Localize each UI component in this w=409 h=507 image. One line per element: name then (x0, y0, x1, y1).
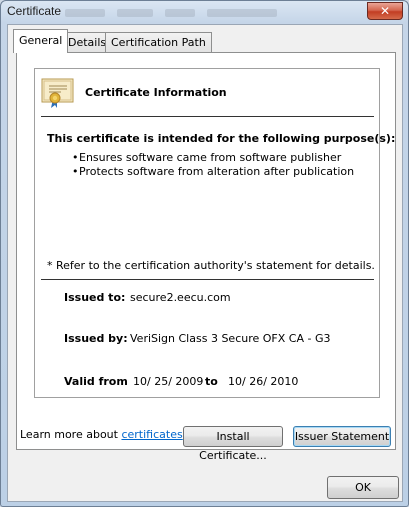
tab-details-label: Details (68, 36, 107, 49)
valid-to-value: 10/ 26/ 2010 (228, 375, 299, 388)
valid-to-label: to (205, 375, 218, 388)
issuer-statement-label: Issuer Statement (294, 430, 390, 443)
issued-by-label: Issued by: (64, 332, 128, 345)
blurred-tab (165, 9, 195, 17)
certificate-icon (41, 78, 74, 108)
title-bar[interactable]: Certificate ✕ (1, 1, 408, 23)
install-certificate-button[interactable]: Install Certificate... (183, 426, 283, 462)
issued-to-value: secure2.eecu.com (130, 291, 231, 304)
purpose-text: Ensures software came from software publ… (79, 151, 342, 164)
close-button[interactable]: ✕ (367, 2, 403, 20)
certificate-dialog: Certificate ✕ General Details Certificat… (0, 0, 409, 507)
certificates-link[interactable]: certificates (121, 428, 182, 441)
tab-general[interactable]: General (13, 29, 69, 53)
details-divider (41, 279, 374, 280)
issued-by-value: VeriSign Class 3 Secure OFX CA - G3 (130, 332, 331, 345)
ok-button[interactable]: OK (327, 476, 399, 499)
purpose-list: •Ensures software came from software pub… (72, 151, 354, 179)
tab-certification-path[interactable]: Certification Path (105, 32, 212, 52)
bullet-icon: • (72, 151, 79, 164)
heading-divider (41, 116, 374, 117)
list-item: •Protects software from alteration after… (72, 165, 354, 179)
bullet-icon: • (72, 165, 79, 178)
general-tab-page: Certificate Information This certificate… (16, 52, 396, 462)
certificate-info-panel: Certificate Information This certificate… (34, 68, 395, 398)
issuer-statement-button[interactable]: Issuer Statement (293, 426, 391, 447)
window-title: Certificate (7, 4, 62, 18)
tab-general-label: General (19, 34, 63, 47)
valid-from-label: Valid from (64, 375, 128, 388)
blurred-tab (65, 9, 105, 17)
certificate-info-heading: Certificate Information (85, 86, 227, 99)
valid-from-value: 10/ 25/ 2009 (133, 375, 204, 388)
issued-to-label: Issued to: (64, 291, 126, 304)
learn-more: Learn more about certificates (20, 428, 183, 441)
install-certificate-label: Install Certificate... (199, 430, 267, 462)
list-item: •Ensures software came from software pub… (72, 151, 354, 165)
dialog-client-area: General Details Certification Path Certi… (7, 24, 403, 502)
blurred-background-tabs (65, 5, 295, 19)
refer-note: * Refer to the certification authority's… (47, 259, 375, 272)
blurred-tab (207, 9, 277, 17)
blurred-tab (117, 9, 153, 17)
learn-more-text: Learn more about (20, 428, 118, 441)
purpose-heading: This certificate is intended for the fol… (47, 132, 396, 145)
close-icon: ✕ (379, 4, 391, 18)
purpose-text: Protects software from alteration after … (79, 165, 355, 178)
tab-certification-path-label: Certification Path (111, 36, 206, 49)
ok-label: OK (355, 481, 371, 494)
